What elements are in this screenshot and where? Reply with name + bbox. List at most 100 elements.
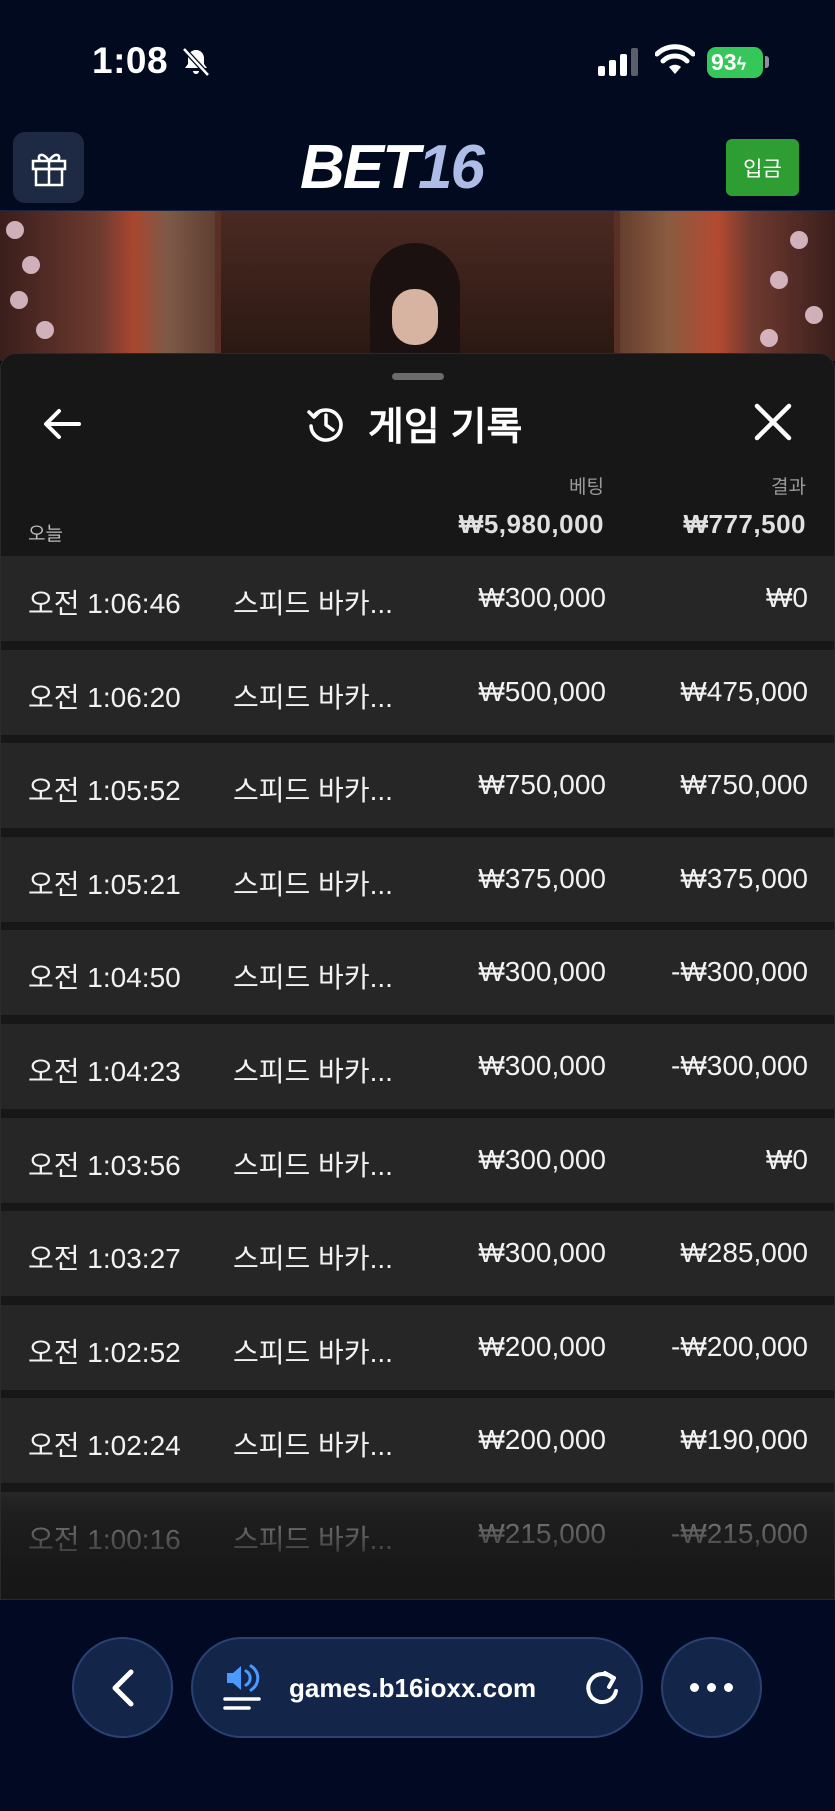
row-time: 오전 1:06:46	[28, 588, 181, 619]
live-video-feed[interactable]	[0, 211, 835, 361]
row-bet-amount: ₩500,000	[478, 675, 606, 707]
address-bar[interactable]: games.b16ioxx.com	[191, 1637, 643, 1738]
row-result-amount: -₩200,000	[671, 1330, 808, 1362]
row-game-name: 스피드 바카...	[233, 1055, 393, 1087]
row-bet-amount: ₩200,000	[478, 1330, 606, 1362]
blossom-decoration	[790, 231, 808, 249]
row-bet-amount: ₩200,000	[478, 1424, 606, 1456]
status-bar: 1:08 93ϟ	[0, 0, 835, 125]
row-time: 오전 1:00:16	[28, 1523, 181, 1555]
blossom-decoration	[22, 256, 40, 274]
row-game-name: 스피드 바카...	[233, 1243, 393, 1275]
history-row[interactable]: 오전 1:00:16 스피드 바카... ₩215,000 -₩215,000	[1, 1491, 834, 1577]
blossom-decoration	[10, 291, 28, 309]
row-game-name: 스피드 바카...	[233, 775, 393, 807]
total-result: ₩777,500	[683, 509, 806, 539]
row-game-name: 스피드 바카...	[233, 1523, 393, 1555]
row-time: 오전 1:02:52	[28, 1336, 181, 1368]
chevron-left-icon	[112, 1669, 133, 1706]
reload-icon[interactable]	[581, 1667, 623, 1709]
row-time: 오전 1:05:52	[28, 775, 181, 807]
battery-indicator: 93ϟ	[707, 47, 763, 78]
history-row[interactable]: 오전 1:05:21 스피드 바카... ₩375,000 ₩375,000	[1, 836, 834, 922]
bet16-logo[interactable]: BET16	[300, 133, 485, 202]
blossom-decoration	[770, 271, 788, 289]
more-icon	[690, 1683, 699, 1692]
bell-slash-icon	[182, 47, 210, 77]
row-game-name: 스피드 바카...	[233, 1336, 393, 1368]
row-game-name: 스피드 바카...	[233, 868, 393, 900]
deposit-button[interactable]: 입금	[726, 139, 799, 196]
drag-handle[interactable]	[392, 373, 444, 380]
history-row[interactable]: 오전 1:05:52 스피드 바카... ₩750,000 ₩750,000	[1, 743, 834, 829]
battery-level: 93	[711, 49, 737, 75]
row-bet-amount: ₩300,000	[478, 1237, 606, 1269]
history-row[interactable]: 오전 1:06:20 스피드 바카... ₩500,000 ₩475,000	[1, 649, 834, 735]
row-time: 오전 1:04:23	[28, 1055, 181, 1087]
row-result-amount: ₩0	[766, 582, 808, 613]
row-game-name: 스피드 바카...	[233, 962, 393, 994]
history-row[interactable]: 오전 1:02:24 스피드 바카... ₩200,000 ₩190,000	[1, 1398, 834, 1484]
history-row[interactable]: 오전 1:02:52 스피드 바카... ₩200,000 -₩200,000	[1, 1304, 834, 1390]
row-game-name: 스피드 바카...	[233, 681, 393, 713]
row-bet-amount: ₩750,000	[478, 769, 606, 801]
arrow-left-icon[interactable]	[39, 400, 87, 448]
history-row[interactable]: 오전 1:06:46 스피드 바카... ₩300,000 ₩0	[1, 556, 834, 641]
row-bet-amount: ₩300,000	[478, 956, 606, 988]
gift-button[interactable]	[13, 132, 84, 203]
row-bet-amount: ₩300,000	[478, 582, 606, 613]
row-time: 오전 1:03:56	[28, 1149, 181, 1181]
row-time: 오전 1:06:20	[28, 681, 181, 713]
logo-bet: BET	[300, 133, 420, 202]
logo-16: 16	[418, 133, 485, 202]
row-result-amount: -₩300,000	[671, 956, 808, 988]
history-row[interactable]: 오전 1:04:50 스피드 바카... ₩300,000 -₩300,000	[1, 930, 834, 1016]
url-text: games.b16ioxx.com	[289, 1673, 537, 1703]
more-button[interactable]	[661, 1637, 762, 1738]
more-icon	[707, 1683, 716, 1692]
history-icon	[307, 408, 343, 442]
blossom-decoration	[760, 329, 778, 347]
row-result-amount: ₩375,000	[680, 862, 808, 894]
column-header-result: 결과	[771, 477, 806, 498]
row-time: 오전 1:04:50	[28, 962, 181, 994]
row-result-amount: ₩0	[766, 1143, 808, 1175]
close-icon[interactable]	[749, 398, 797, 446]
panel-title: 게임 기록	[306, 398, 522, 450]
browser-toolbar: games.b16ioxx.com	[0, 1600, 835, 1811]
history-row[interactable]: 오전 1:04:23 스피드 바카... ₩300,000 -₩300,000	[1, 1023, 834, 1109]
row-result-amount: ₩750,000	[680, 769, 808, 801]
blossom-decoration	[805, 306, 823, 324]
row-bet-amount: ₩375,000	[478, 862, 606, 894]
signal-icon	[598, 48, 638, 76]
row-result-amount: ₩190,000	[680, 1424, 808, 1456]
blossom-decoration	[6, 221, 24, 239]
row-bet-amount: ₩300,000	[478, 1143, 606, 1175]
row-game-name: 스피드 바카...	[233, 1149, 393, 1181]
row-result-amount: ₩475,000	[680, 675, 808, 707]
date-group-label: 오늘	[28, 524, 63, 545]
column-header-bet: 베팅	[569, 477, 604, 498]
history-list: 오전 1:06:46 스피드 바카... ₩300,000 ₩0 오전 1:06:20 스…	[1, 556, 834, 1586]
row-result-amount: ₩285,000	[680, 1237, 808, 1269]
gift-icon	[31, 153, 66, 186]
status-time: 1:08	[92, 40, 169, 81]
more-icon	[724, 1683, 733, 1692]
row-result-amount: -₩300,000	[671, 1049, 808, 1081]
speaker-icon[interactable]	[223, 1663, 265, 1713]
wifi-icon	[655, 44, 695, 74]
dealer-face	[392, 289, 438, 345]
history-row[interactable]: 오전 1:03:56 스피드 바카... ₩300,000 ₩0	[1, 1117, 834, 1203]
row-time: 오전 1:05:21	[28, 868, 181, 900]
total-bet: ₩5,980,000	[458, 509, 604, 539]
battery-nub	[765, 56, 769, 68]
history-row[interactable]: 오전 1:03:27 스피드 바카... ₩300,000 ₩285,000	[1, 1211, 834, 1297]
row-bet-amount: ₩300,000	[478, 1049, 606, 1081]
row-result-amount: -₩215,000	[671, 1517, 808, 1549]
charging-icon: ϟ	[736, 54, 747, 74]
row-game-name: 스피드 바카...	[233, 1430, 393, 1462]
row-time: 오전 1:03:27	[28, 1243, 181, 1275]
panel-title-text: 게임 기록	[368, 406, 523, 449]
app-header: BET16 입금	[0, 125, 835, 211]
browser-back-button[interactable]	[72, 1637, 173, 1738]
